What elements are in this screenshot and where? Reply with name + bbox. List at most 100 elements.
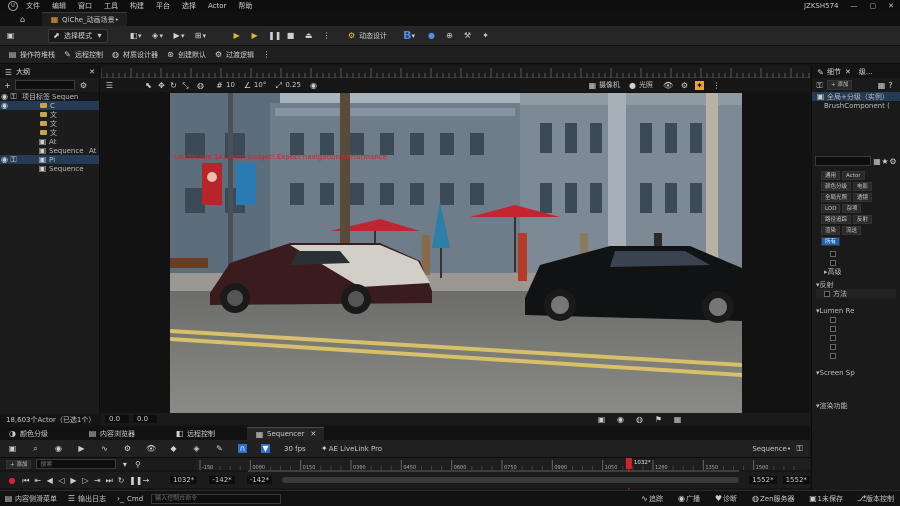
camera-speed-icon[interactable]: ◉ xyxy=(309,81,318,90)
layout-icon[interactable]: ▦ xyxy=(673,415,682,424)
tab-sequencer-close-icon[interactable]: ✕ xyxy=(310,430,316,438)
step-icon[interactable]: → xyxy=(142,476,150,485)
unreal-logo-icon[interactable]: U xyxy=(8,1,18,11)
play-icon[interactable]: ▶ xyxy=(70,476,78,485)
chip-general[interactable]: 通用 xyxy=(821,171,841,180)
lock-icon[interactable]: ⚿ xyxy=(9,155,18,164)
lock-icon[interactable] xyxy=(9,164,18,173)
lock-icon[interactable]: ⚿ xyxy=(9,92,18,101)
save-icon[interactable]: ▣ xyxy=(3,29,18,43)
checkbox-icon[interactable] xyxy=(830,334,836,341)
scale-snap-icon[interactable]: ⤢ xyxy=(274,81,283,90)
visibility-icon[interactable] xyxy=(0,110,9,119)
chip-misc[interactable]: 杂项 xyxy=(842,204,862,213)
globe-icon[interactable]: ● xyxy=(424,29,439,43)
angle-snap-value[interactable]: 10° xyxy=(254,81,266,89)
tab-remote-control[interactable]: ◧ 远程控制 xyxy=(167,427,223,440)
checkbox-icon[interactable] xyxy=(830,259,836,266)
material-designer-button[interactable]: ◍ 材质设计器 xyxy=(111,50,158,60)
visibility-icon[interactable] xyxy=(0,128,9,137)
section-lumen[interactable]: ▾ Lumen Re xyxy=(816,306,896,315)
outliner-row[interactable]: 文 xyxy=(0,110,99,119)
seq-add-button[interactable]: + 添加 xyxy=(6,459,32,469)
unsaved-button[interactable]: 1未保存 xyxy=(818,494,843,504)
outliner-close-icon[interactable]: ✕ xyxy=(89,68,95,76)
create-default-button[interactable]: ⊛ 创建默认 xyxy=(166,50,206,60)
camera-view-icon[interactable]: ▦ xyxy=(588,81,597,90)
details-component-item[interactable]: BrushComponent ( xyxy=(812,101,900,110)
current-frame-field[interactable]: 1032* xyxy=(169,476,198,484)
seq-play-options-icon[interactable]: ◆ xyxy=(169,444,178,453)
play-options-icon[interactable]: ⋮ xyxy=(319,29,334,43)
chip-streaming[interactable]: 流送 xyxy=(842,226,862,235)
menu-help[interactable]: 帮助 xyxy=(238,1,252,11)
record-icon[interactable]: ● xyxy=(8,476,16,485)
lock-icon[interactable] xyxy=(9,101,18,110)
tab-sequencer[interactable]: ▦ Sequencer ✕ xyxy=(247,427,325,440)
console-input[interactable] xyxy=(151,493,282,504)
prev-frame-icon[interactable]: ◀ xyxy=(46,476,54,485)
outliner-row[interactable]: 文 xyxy=(0,119,99,128)
scalability-icon[interactable]: ⚙ xyxy=(680,81,689,90)
section-advanced[interactable]: ▸ 高级 xyxy=(816,267,896,276)
property-method[interactable]: 方法 xyxy=(816,289,896,298)
details-settings-icon[interactable]: ⚙ xyxy=(889,157,897,166)
lit-label[interactable]: 光照 xyxy=(639,80,653,90)
play-reverse-icon[interactable]: ◁ xyxy=(58,476,66,485)
seq-livelink-label[interactable]: AE LiveLink Pro xyxy=(329,445,382,453)
visibility-icon[interactable]: ◉ xyxy=(0,155,9,164)
timeline-scrollbar[interactable] xyxy=(282,477,740,483)
scale-tool-icon[interactable]: ⤡ xyxy=(181,81,190,90)
lit-icon[interactable]: ● xyxy=(628,81,637,90)
world-icon[interactable]: ◍ xyxy=(196,81,205,90)
content-icon[interactable]: ◧ ▾ xyxy=(126,29,145,43)
outliner-row[interactable]: ◉ C xyxy=(0,101,99,110)
pause-button[interactable]: ❚❚ xyxy=(265,29,281,43)
favorite-icon[interactable]: ★ xyxy=(881,157,889,166)
add-icon[interactable]: + xyxy=(3,81,12,90)
visibility-icon[interactable] xyxy=(0,146,9,155)
menu-build[interactable]: 构建 xyxy=(130,1,144,11)
view-mode-icon[interactable]: ▣ xyxy=(597,415,606,424)
chip-color-grading[interactable]: 颜色分级 xyxy=(821,182,852,191)
move-tool-icon[interactable]: ✥ xyxy=(157,81,166,90)
select-mode-dropdown[interactable]: ⬈ 选择模式 ▾ xyxy=(48,28,108,43)
source-control-button[interactable]: 版本控制 xyxy=(866,494,894,504)
next-key-icon[interactable]: ⇥ xyxy=(93,476,101,485)
menu-tools[interactable]: 工具 xyxy=(104,1,118,11)
menu-file[interactable]: 文件 xyxy=(26,1,40,11)
details-root-item[interactable]: ▣ 全局+分级（实例） xyxy=(812,92,900,101)
lock-icon[interactable] xyxy=(9,137,18,146)
chip-gi[interactable]: 全局光照 xyxy=(821,193,852,202)
minimize-icon[interactable]: — xyxy=(851,2,858,10)
seq-camera-icon[interactable]: ◉ xyxy=(54,444,63,453)
trace-button[interactable]: 追踪 xyxy=(649,494,663,504)
seq-filter-icon[interactable]: ⚲ xyxy=(133,460,142,469)
outliner-row[interactable]: 文 xyxy=(0,128,99,137)
start-frame-field[interactable]: -142* xyxy=(209,476,235,484)
transition-logic-button[interactable]: ⚙ 过渡逻辑 xyxy=(214,50,254,60)
grid-view-icon[interactable]: ▦ xyxy=(873,157,881,166)
chip-rendering[interactable]: 渲染 xyxy=(821,226,841,235)
chip-film[interactable]: 电影 xyxy=(853,182,873,191)
select-tool-icon[interactable]: ⬉ xyxy=(144,81,153,90)
blueprint-icon[interactable]: ◈ ▾ xyxy=(148,29,167,43)
prev-key-icon[interactable]: ⇤ xyxy=(34,476,42,485)
details-search-input[interactable] xyxy=(815,156,871,166)
chip-reflection[interactable]: 反射 xyxy=(853,215,873,224)
section-reflection[interactable]: ▾ 反射 xyxy=(816,280,896,289)
checkbox-icon[interactable] xyxy=(830,325,836,332)
chip-lod[interactable]: LOD xyxy=(821,204,841,213)
rotate-tool-icon[interactable]: ↻ xyxy=(169,81,178,90)
blueprint-edit-icon[interactable]: ▦ xyxy=(877,81,886,90)
grid-snap-icon[interactable]: # xyxy=(215,81,224,90)
visibility-icon[interactable] xyxy=(0,164,9,173)
chip-actor[interactable]: Actor xyxy=(842,171,865,180)
close-icon[interactable]: ✕ xyxy=(888,2,894,10)
seq-actions-icon[interactable]: ⚙ xyxy=(123,444,132,453)
maximize-icon[interactable]: ▢ xyxy=(870,2,877,10)
seq-save-icon[interactable]: ▣ xyxy=(8,444,17,453)
home-icon[interactable]: ⌂ xyxy=(18,15,27,24)
menu-edit[interactable]: 编辑 xyxy=(52,1,66,11)
seq-curve-icon[interactable]: ∿ xyxy=(100,444,109,453)
